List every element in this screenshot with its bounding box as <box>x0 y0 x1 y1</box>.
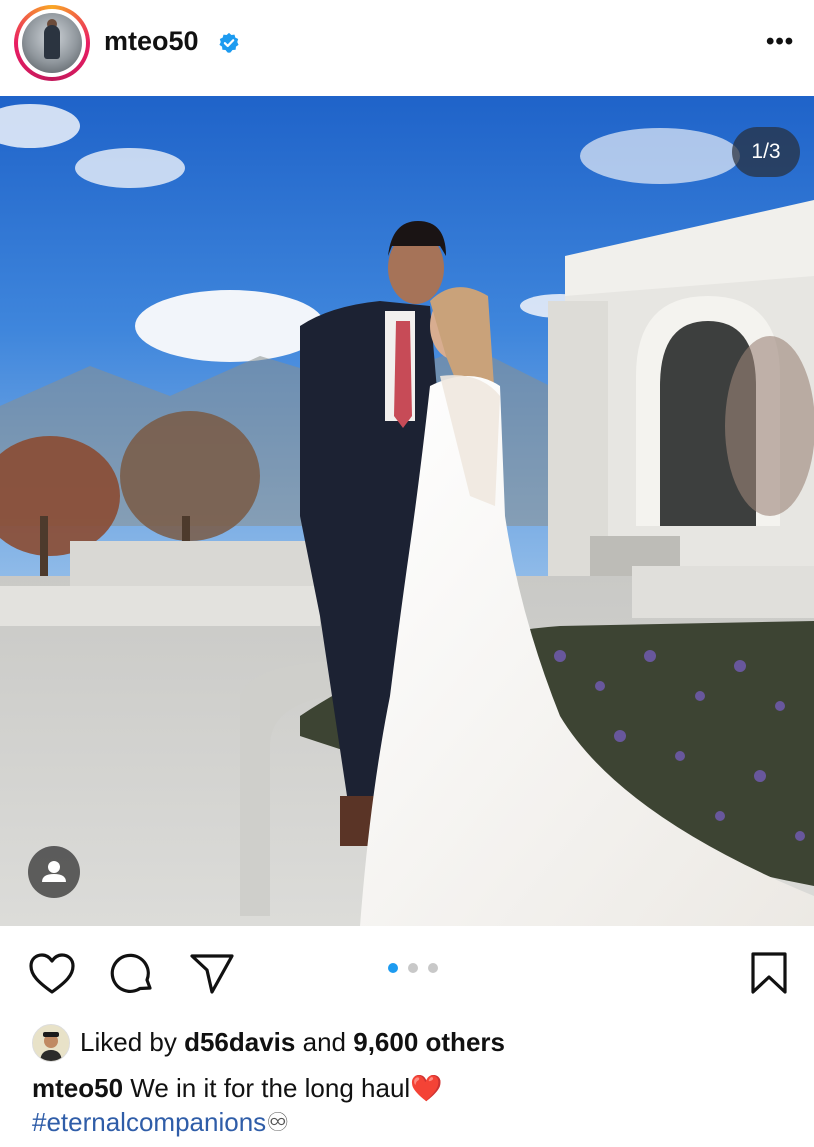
paper-plane-icon[interactable] <box>188 952 236 996</box>
heart-emoji: ❤️ <box>410 1073 443 1103</box>
comment-bubble-icon[interactable] <box>108 950 156 998</box>
slide-counter: 1/3 <box>732 127 800 177</box>
wedding-photo <box>0 96 814 926</box>
caption-username[interactable]: mteo50 <box>32 1073 123 1103</box>
likes-row: Liked by d56davis and 9,600 others <box>32 1022 792 1062</box>
carousel-dot <box>428 963 438 973</box>
hashtag-link[interactable]: #eternalcompanions <box>32 1107 266 1137</box>
likes-conjunction: and <box>302 1027 346 1057</box>
caption-text: We in it for the long haul <box>130 1073 411 1103</box>
likes-prefix: Liked by <box>80 1027 177 1057</box>
profile-avatar[interactable] <box>14 5 90 81</box>
caption: mteo50 We in it for the long haul❤️ <box>32 1073 443 1104</box>
carousel-dot <box>408 963 418 973</box>
post-actions <box>0 926 814 1016</box>
liker-avatar[interactable] <box>32 1024 70 1062</box>
infinity-emoji: ♾ <box>266 1107 290 1137</box>
likes-count[interactable]: 9,600 others <box>353 1027 505 1057</box>
bookmark-icon[interactable] <box>748 950 790 996</box>
more-options-button[interactable]: ••• <box>766 30 802 54</box>
post-header: mteo50 ••• <box>0 0 814 96</box>
carousel-dot-active <box>388 963 398 973</box>
person-icon <box>42 861 66 882</box>
verified-badge-icon <box>219 32 239 53</box>
tagged-people-button[interactable] <box>28 846 80 898</box>
liker-username[interactable]: d56davis <box>184 1027 295 1057</box>
post-image[interactable]: 1/3 <box>0 96 814 926</box>
hashtag-line: #eternalcompanions♾ <box>32 1107 289 1138</box>
avatar-image <box>33 1025 69 1061</box>
heart-icon[interactable] <box>28 952 76 996</box>
username[interactable]: mteo50 <box>104 26 199 57</box>
avatar-image <box>22 13 82 73</box>
likes-summary[interactable]: Liked by d56davis and 9,600 others <box>80 1027 505 1058</box>
carousel-indicator <box>388 963 448 975</box>
